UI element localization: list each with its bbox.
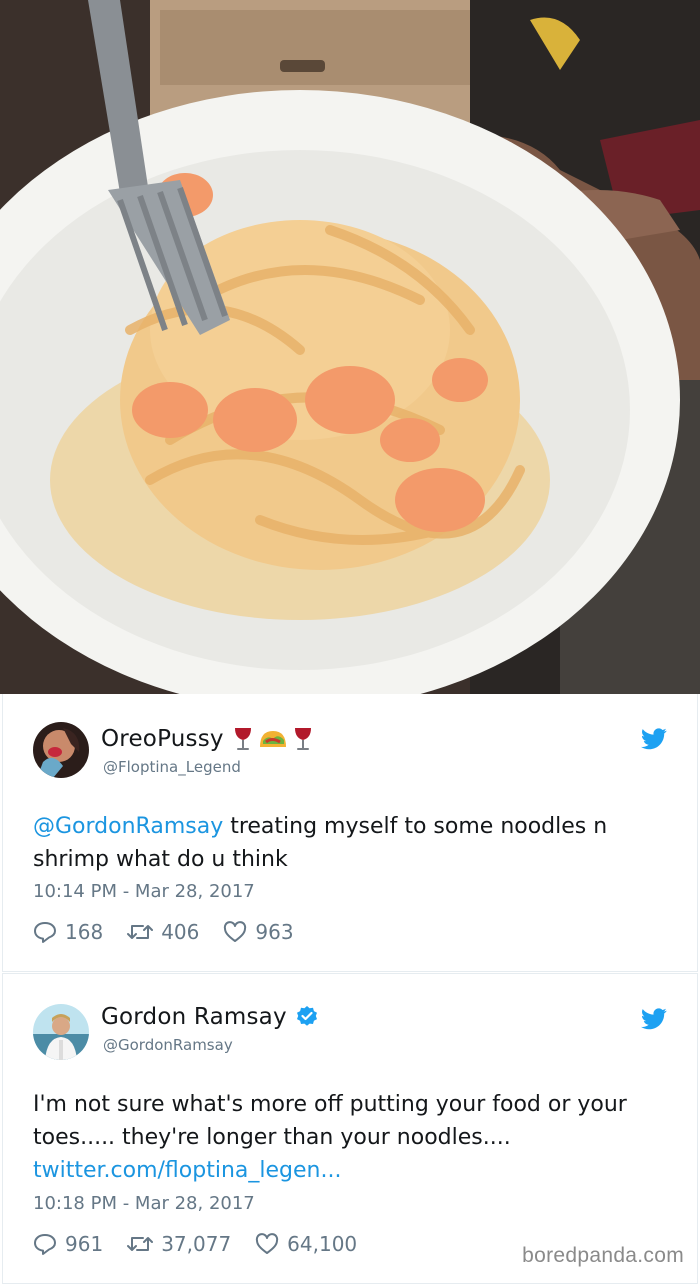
retweet-button[interactable]: 406 bbox=[127, 920, 199, 944]
reply-button[interactable]: 168 bbox=[33, 920, 103, 944]
user-handle[interactable]: @GordonRamsay bbox=[103, 1036, 233, 1054]
avatar[interactable] bbox=[33, 1004, 89, 1060]
heart-icon bbox=[224, 921, 247, 942]
retweet-icon bbox=[127, 925, 154, 939]
twitter-bird-icon[interactable] bbox=[641, 1008, 667, 1030]
reply-icon bbox=[34, 1234, 56, 1255]
wine-glass-icon bbox=[294, 728, 311, 750]
avatar[interactable] bbox=[33, 722, 89, 778]
timestamp[interactable]: 10:18 PM - Mar 28, 2017 bbox=[33, 1193, 255, 1214]
like-button[interactable]: 963 bbox=[223, 920, 294, 944]
mention-link[interactable]: @GordonRamsay bbox=[33, 814, 223, 839]
reply-icon bbox=[34, 922, 56, 943]
retweet-count: 37,077 bbox=[161, 1232, 232, 1256]
action-bar: 961 37,077 64,100 bbox=[33, 1232, 381, 1256]
wine-glass-icon bbox=[234, 728, 251, 750]
retweet-count: 406 bbox=[161, 920, 200, 944]
tweet-text-content: I'm not sure what's more off putting you… bbox=[33, 1092, 627, 1150]
tweet-text: I'm not sure what's more off putting you… bbox=[33, 1088, 673, 1187]
tweet-text: @GordonRamsay treating myself to some no… bbox=[33, 810, 673, 876]
watermark: boredpanda.com bbox=[522, 1244, 684, 1267]
action-bar: 168 406 963 bbox=[33, 920, 318, 944]
tweet-card-2: Gordon Ramsay @GordonRamsay I'm not sure… bbox=[2, 973, 698, 1284]
user-handle[interactable]: @Floptina_Legend bbox=[103, 758, 241, 776]
retweet-button[interactable]: 37,077 bbox=[127, 1232, 231, 1256]
display-name[interactable]: OreoPussy bbox=[101, 726, 224, 752]
timestamp[interactable]: 10:14 PM - Mar 28, 2017 bbox=[33, 881, 255, 902]
taco-icon bbox=[259, 731, 286, 747]
like-count: 963 bbox=[255, 920, 294, 944]
like-button[interactable]: 64,100 bbox=[255, 1232, 357, 1256]
tweet-link[interactable]: twitter.com/floptina_legen... bbox=[33, 1158, 341, 1183]
tweet-card-1: OreoPussy @Floptina_Legend @GordonRamsay… bbox=[2, 694, 698, 972]
food-photo bbox=[0, 0, 700, 694]
reply-count: 168 bbox=[65, 920, 104, 944]
verified-badge-icon bbox=[296, 1006, 317, 1026]
retweet-icon bbox=[127, 1237, 154, 1251]
twitter-bird-icon[interactable] bbox=[641, 728, 667, 750]
reply-count: 961 bbox=[65, 1232, 104, 1256]
heart-icon bbox=[256, 1233, 279, 1254]
like-count: 64,100 bbox=[287, 1232, 358, 1256]
display-name[interactable]: Gordon Ramsay bbox=[101, 1004, 287, 1030]
reply-button[interactable]: 961 bbox=[33, 1232, 103, 1256]
